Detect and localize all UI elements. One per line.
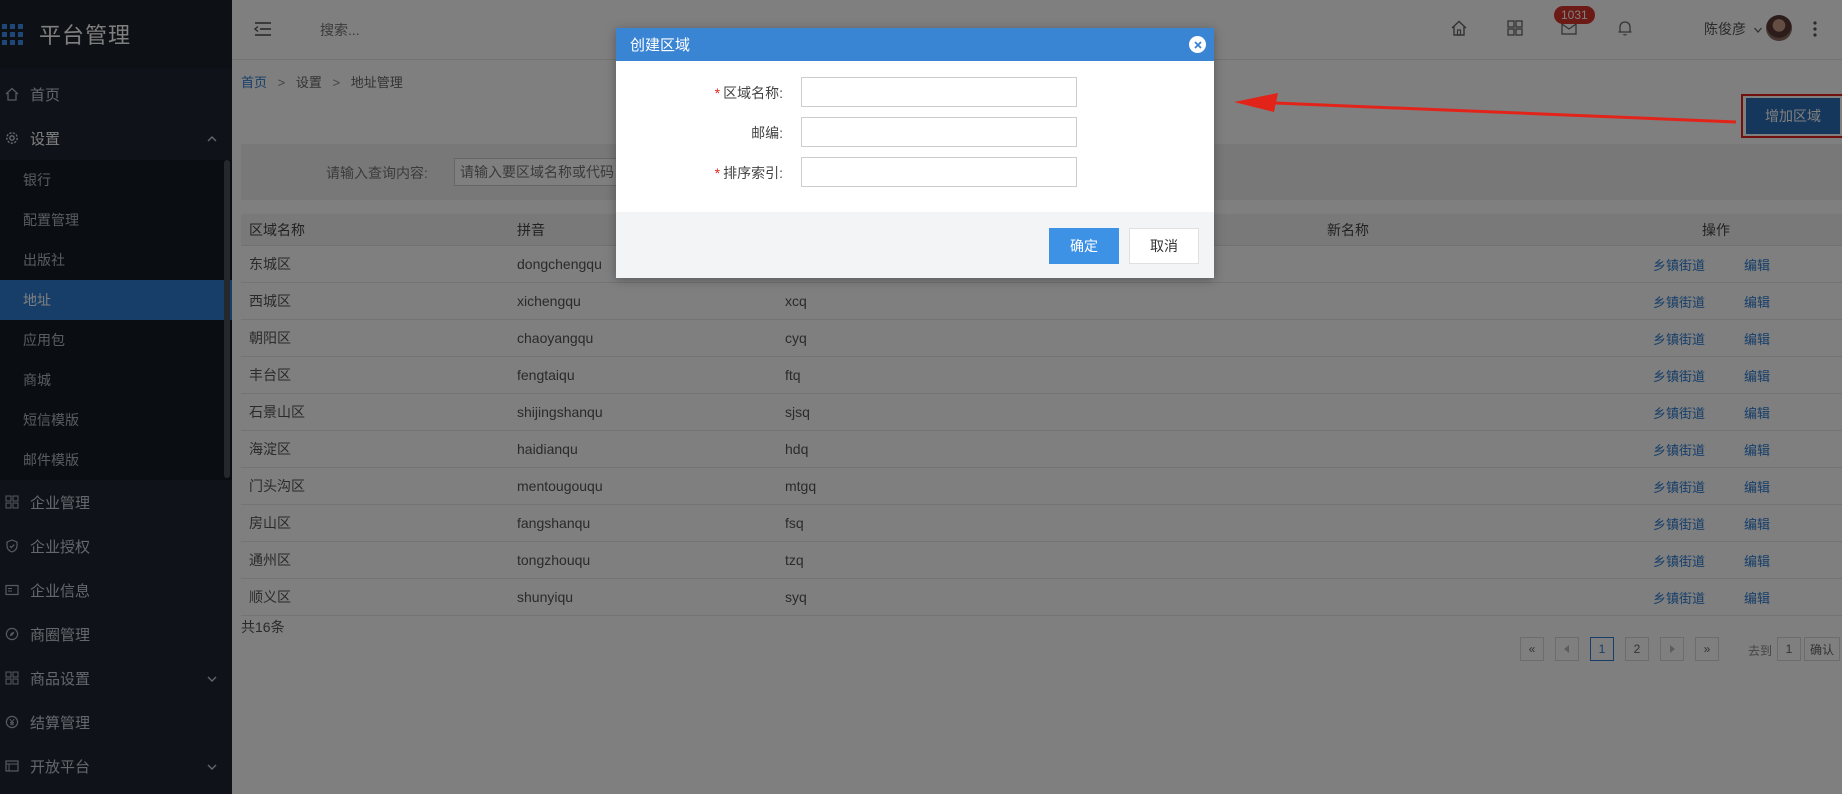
form-row-postcode: 邮编: bbox=[616, 117, 1214, 147]
dialog-title: 创建区域 bbox=[630, 37, 691, 54]
field-label: * 区域名称: bbox=[714, 85, 783, 101]
form-row-sort-index: * 排序索引: bbox=[616, 157, 1214, 187]
dialog-footer: 确定 取消 bbox=[616, 212, 1214, 278]
close-icon[interactable] bbox=[1189, 36, 1206, 53]
create-region-dialog: 创建区域 * 区域名称: 邮编: * 排序索引: 确定 取消 bbox=[616, 28, 1214, 278]
region-name-input[interactable] bbox=[801, 77, 1077, 107]
field-label: * 排序索引: bbox=[714, 165, 783, 181]
cancel-button[interactable]: 取消 bbox=[1129, 228, 1199, 264]
required-mark: * bbox=[714, 165, 721, 181]
dialog-header: 创建区域 bbox=[616, 28, 1214, 61]
field-label: 邮编: bbox=[751, 125, 783, 141]
annotation-arrow bbox=[1234, 93, 1737, 124]
sort-index-input[interactable] bbox=[801, 157, 1077, 187]
required-mark: * bbox=[714, 85, 721, 101]
form-row-region-name: * 区域名称: bbox=[616, 77, 1214, 107]
confirm-button[interactable]: 确定 bbox=[1049, 228, 1119, 264]
postcode-input[interactable] bbox=[801, 117, 1077, 147]
